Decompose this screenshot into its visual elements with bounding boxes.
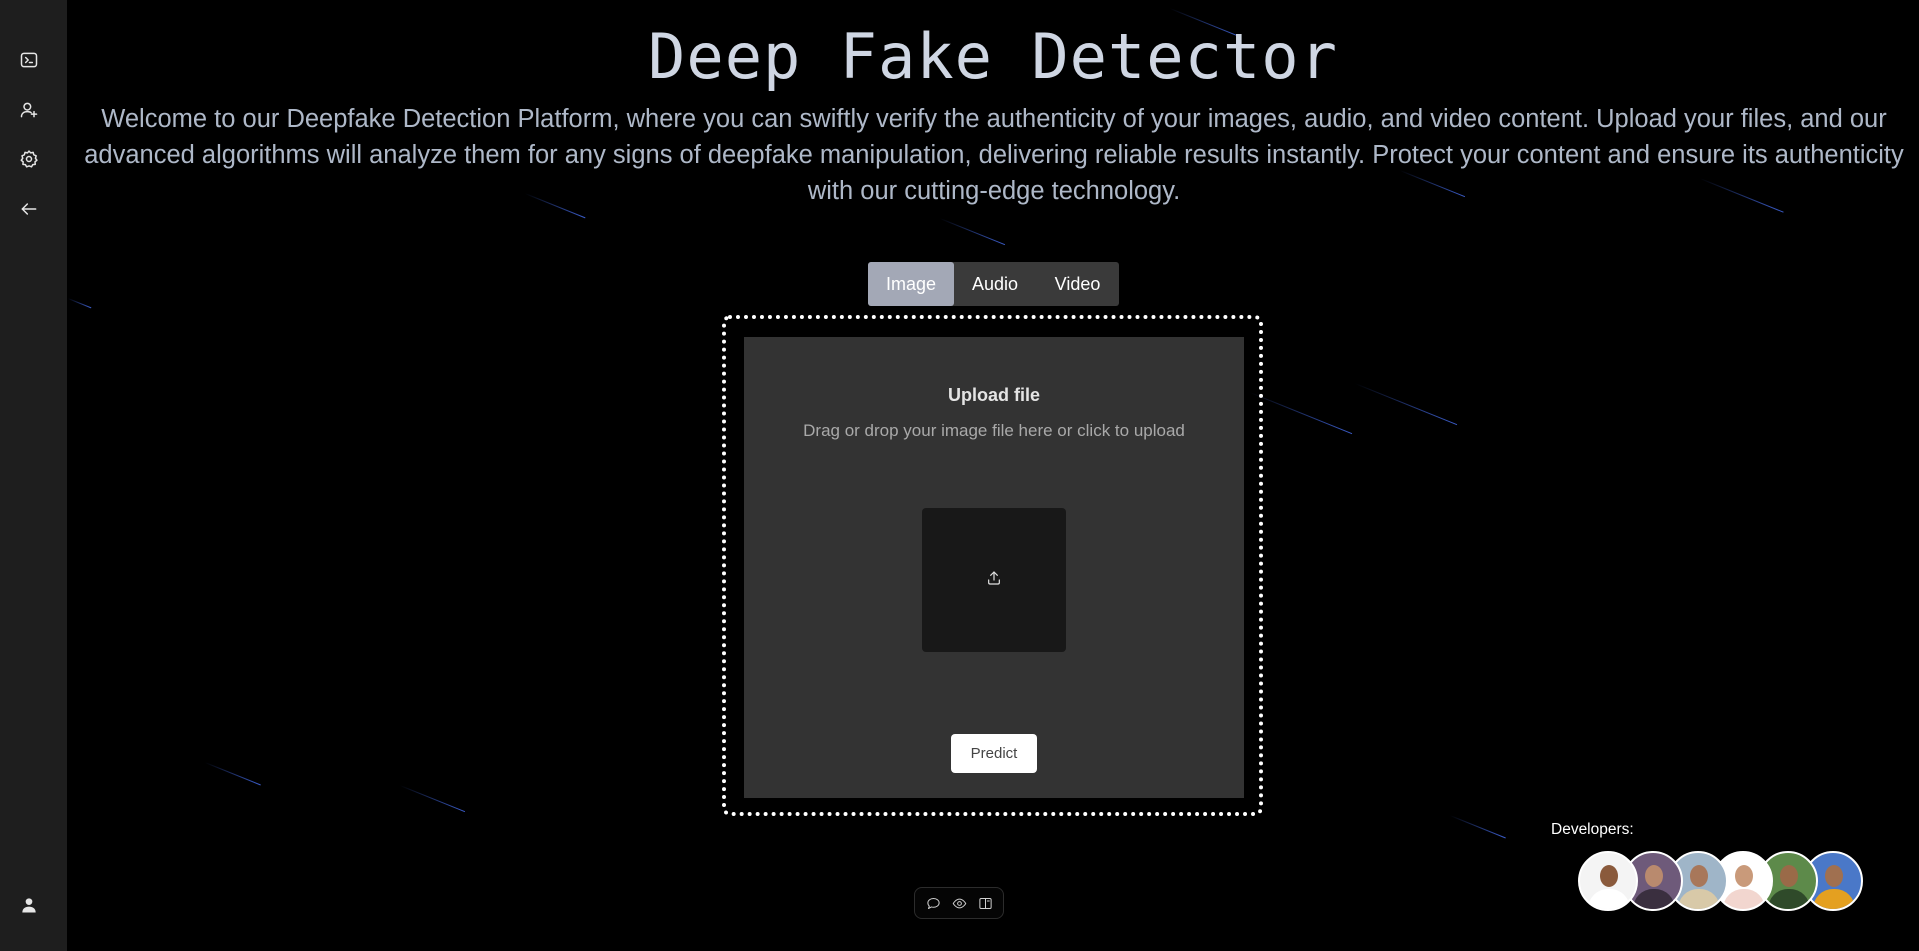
upload-hint: Drag or drop your image file here or cli… bbox=[803, 421, 1185, 440]
upload-panel: Upload file Drag or drop your image file… bbox=[744, 337, 1244, 798]
developer-avatar[interactable] bbox=[1578, 851, 1638, 911]
app-root: Deep Fake Detector Welcome to our Deepfa… bbox=[0, 0, 1919, 951]
developers-label: Developers: bbox=[1551, 821, 1634, 838]
page-title: Deep Fake Detector bbox=[648, 20, 1338, 93]
user-add-icon[interactable] bbox=[14, 95, 44, 125]
tab-audio[interactable]: Audio bbox=[954, 262, 1036, 306]
arrow-left-icon[interactable] bbox=[14, 194, 44, 224]
eye-icon[interactable] bbox=[951, 895, 968, 912]
bottom-toolbar bbox=[914, 887, 1004, 919]
terminal-icon[interactable] bbox=[14, 45, 44, 75]
tab-image[interactable]: Image bbox=[868, 262, 954, 306]
predict-button[interactable]: Predict bbox=[951, 734, 1037, 773]
comment-icon[interactable] bbox=[925, 895, 942, 912]
panel-icon[interactable] bbox=[977, 895, 994, 912]
file-dropzone[interactable] bbox=[922, 508, 1066, 652]
gear-icon[interactable] bbox=[14, 144, 44, 174]
upload-icon bbox=[986, 570, 1002, 590]
user-icon[interactable] bbox=[14, 890, 44, 920]
sidebar bbox=[0, 0, 67, 951]
page-description: Welcome to our Deepfake Detection Platfo… bbox=[84, 105, 1904, 205]
upload-title: Upload file bbox=[947, 385, 1040, 405]
tab-video[interactable]: Video bbox=[1036, 262, 1119, 306]
media-type-tabs: Image Audio Video bbox=[868, 262, 1119, 306]
